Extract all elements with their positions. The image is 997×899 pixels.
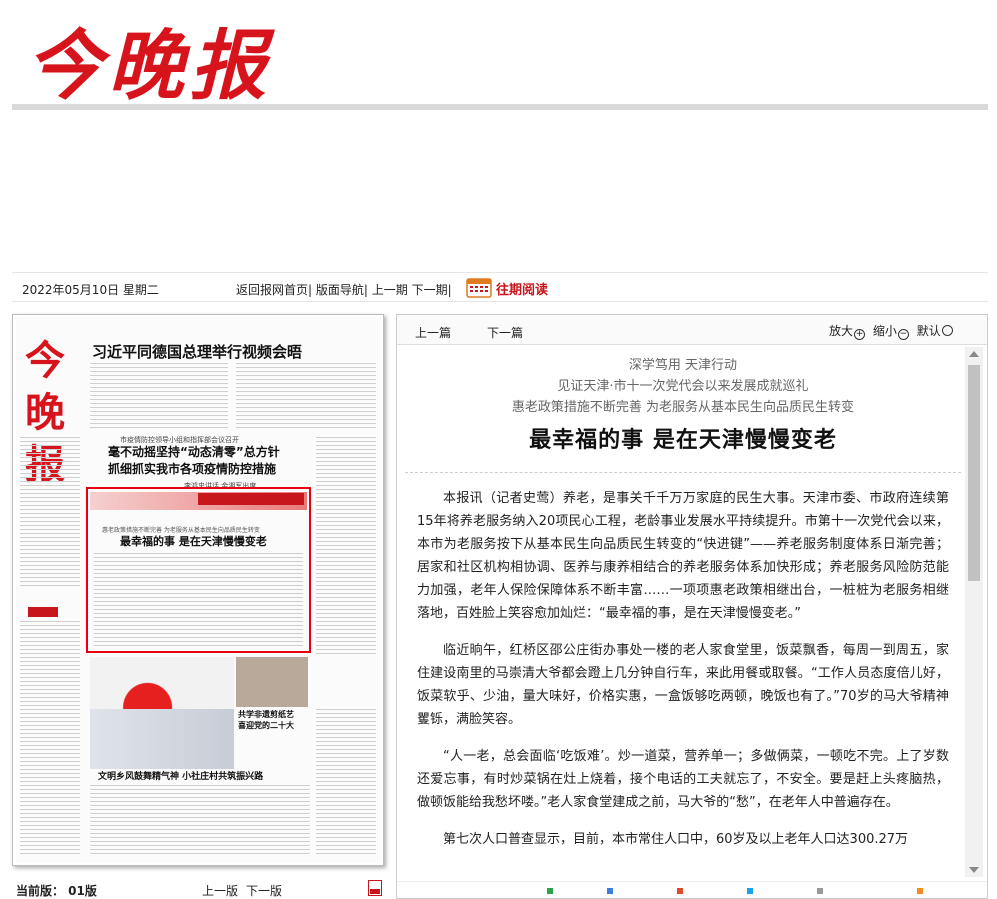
default-size-icon[interactable] bbox=[941, 325, 953, 336]
masthead-divider bbox=[12, 104, 988, 110]
front-page-image[interactable]: 今晚报 习近平同德国总理举行视频会晤 市疫情防控领导小组和指挥部会议召开 毫不动… bbox=[16, 317, 381, 863]
photo-caption-line: 共学非遗剪纸艺 bbox=[238, 710, 294, 719]
share-icon[interactable] bbox=[747, 888, 753, 894]
zoom-out-icon[interactable]: − bbox=[897, 329, 909, 340]
article-paragraph: “人一老，总会面临‘吃饭难’。炒一道菜，营养单一；多做俩菜，一顿吃不完。上了岁数… bbox=[417, 749, 949, 810]
page-thumbnail-panel: 今晚报 习近平同德国总理举行视频会晤 市疫情防控领导小组和指挥部会议召开 毫不动… bbox=[12, 314, 384, 866]
article-paragraph: 临近晌午，红桥区邵公庄街办事处一楼的老人家食堂里，饭菜飘香，每周一到周五，家住建… bbox=[417, 643, 949, 727]
prev-issue-link[interactable]: 上一期 bbox=[372, 283, 408, 297]
article-content: 深学笃用 天津行动 见证天津·市十一次党代会以来发展成就巡礼 惠老政策措施不断完… bbox=[405, 347, 961, 881]
archive-link[interactable]: 往期阅读 bbox=[496, 279, 548, 298]
paper-headline[interactable]: 习近平同德国总理举行视频会晤 bbox=[92, 341, 302, 362]
article-panel: 上一篇 下一篇 放大 + 缩小 − 默认 深学笃用 天津行动 见证天津·市十一次党代… bbox=[396, 314, 988, 899]
article-paragraph: 第七次人口普查显示，目前，本市常住人口中，60岁及以上老年人口达300.27万 bbox=[443, 832, 909, 847]
article-text-block[interactable] bbox=[316, 437, 376, 657]
article-title: 最幸福的事 是在天津慢慢变老 bbox=[529, 428, 837, 453]
masthead: 今晚报 bbox=[0, 0, 997, 110]
default-size-label[interactable]: 默认 bbox=[917, 324, 941, 338]
prev-page-link[interactable]: 上一版 bbox=[202, 882, 238, 899]
article-toolbar: 上一篇 下一篇 放大 + 缩小 − 默认 bbox=[397, 315, 987, 345]
share-icon[interactable] bbox=[547, 888, 553, 894]
zoom-out-label[interactable]: 缩小 bbox=[873, 324, 897, 338]
paper-story-headline-line: 抓细抓实我市各项疫情防控措施 bbox=[108, 462, 277, 476]
pdf-icon[interactable] bbox=[368, 880, 382, 896]
article-lead: 惠老政策措施不断完善 为老服务从基本民生向品质民生转变 bbox=[511, 400, 855, 415]
next-article-link[interactable]: 下一篇 bbox=[487, 324, 523, 341]
article-text-block[interactable] bbox=[90, 363, 228, 431]
layout-nav-link[interactable]: 版面导航| bbox=[316, 283, 368, 297]
scroll-up-arrow-icon[interactable] bbox=[969, 351, 979, 357]
article-lead: 深学笃用 天津行动 bbox=[628, 358, 738, 373]
photo[interactable] bbox=[236, 657, 308, 707]
newspaper-logo[interactable]: 今晚报 bbox=[26, 4, 272, 114]
article-box-title: 最幸福的事 是在天津慢慢变老 bbox=[120, 535, 267, 548]
share-icon[interactable] bbox=[677, 888, 683, 894]
issue-toolbar: 2022年05月10日 星期二 返回报网首页| 版面导航| 上一期 下一期| 往… bbox=[12, 272, 988, 302]
photo-caption[interactable]: 共学非遗剪纸艺 喜迎党的二十大 bbox=[238, 709, 294, 731]
share-icon[interactable] bbox=[917, 888, 923, 894]
issue-nav: 返回报网首页| 版面导航| 上一期 下一期| bbox=[236, 281, 452, 298]
next-page-link[interactable]: 下一版 bbox=[246, 882, 282, 899]
photo-caption-line: 喜迎党的二十大 bbox=[238, 721, 294, 730]
share-bar bbox=[397, 881, 987, 899]
zoom-in-icon[interactable]: + bbox=[854, 329, 866, 340]
paper-story-headline-line: 毫不动摇坚持“动态清零”总方针 bbox=[108, 445, 280, 459]
article-paragraph: 本报讯（记者史莺）养老，是事关千千万万家庭的民生大事。天津市委、市政府连续第15… bbox=[417, 491, 949, 621]
article-text-block bbox=[94, 553, 303, 649]
selected-article-box[interactable]: 惠老政策措施不断完善 为老服务从基本民生向品质民生转变 最幸福的事 是在天津慢慢… bbox=[86, 487, 311, 653]
article-lead: 见证天津·市十一次党代会以来发展成就巡礼 bbox=[557, 379, 809, 394]
article-text-block[interactable] bbox=[20, 621, 80, 857]
paper-story-headline[interactable]: 毫不动摇坚持“动态清零”总方针 抓细抓实我市各项疫情防控措施 bbox=[108, 444, 280, 478]
scrollbar-thumb[interactable] bbox=[968, 365, 980, 581]
article-text-block[interactable] bbox=[20, 437, 80, 587]
share-icon[interactable] bbox=[607, 888, 613, 894]
divider bbox=[405, 472, 961, 473]
today-badge bbox=[28, 607, 58, 617]
zoom-controls: 放大 + 缩小 − 默认 bbox=[829, 322, 957, 340]
issue-date: 2022年05月10日 星期二 bbox=[22, 283, 159, 297]
share-icon[interactable] bbox=[817, 888, 823, 894]
article-text-block[interactable] bbox=[90, 785, 310, 857]
prev-article-link[interactable]: 上一篇 bbox=[415, 324, 451, 341]
article-text-block[interactable] bbox=[316, 709, 376, 857]
article-text-block[interactable] bbox=[236, 363, 376, 431]
current-page-label: 当前版： 01版 bbox=[16, 884, 97, 898]
zoom-in-label[interactable]: 放大 bbox=[829, 324, 853, 338]
article-scrollbar[interactable] bbox=[965, 347, 983, 877]
next-issue-link[interactable]: 下一期| bbox=[412, 283, 452, 297]
photo[interactable] bbox=[90, 709, 234, 769]
home-link[interactable]: 返回报网首页| bbox=[236, 283, 312, 297]
article-banner-accent bbox=[198, 493, 304, 505]
paper-bottom-headline[interactable]: 文明乡风鼓舞精气神 小社庄村共筑振兴路 bbox=[98, 769, 263, 782]
scroll-down-arrow-icon[interactable] bbox=[969, 867, 979, 873]
calendar-icon[interactable] bbox=[466, 276, 492, 298]
